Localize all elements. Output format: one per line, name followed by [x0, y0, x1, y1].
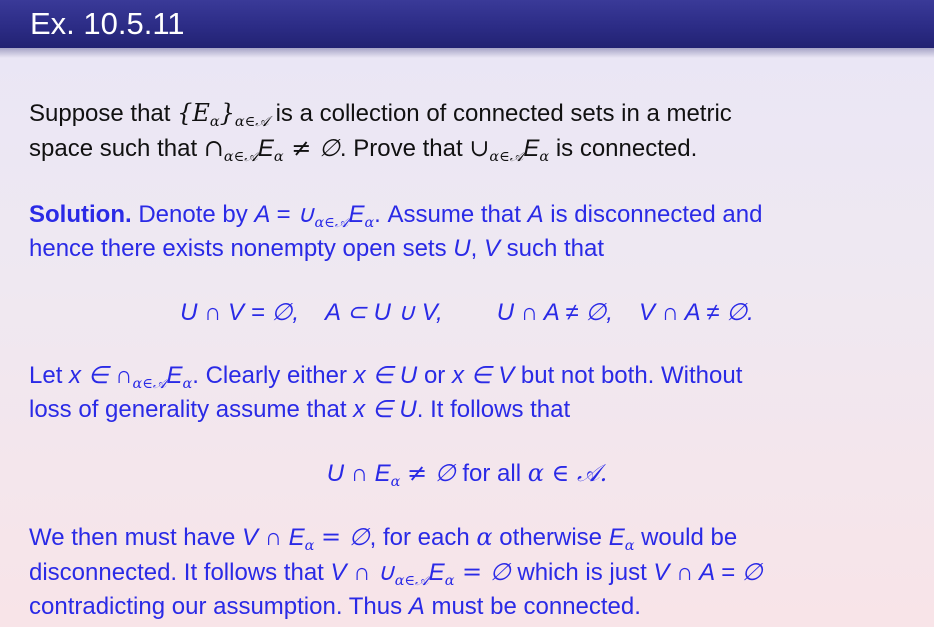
solution-line-7: contradicting our assumption. Thus A mus… [29, 590, 641, 624]
math-sub: α [624, 538, 635, 555]
solution-line-4: loss of generality assume that x ∈ U. It… [29, 393, 570, 427]
math-sub: α [182, 376, 193, 393]
math: } [219, 99, 235, 127]
text: is disconnected and [550, 201, 763, 228]
math-sub: α [390, 474, 401, 491]
text: disconnected. It follows that [29, 559, 324, 586]
math: E [428, 559, 445, 586]
math: , [470, 235, 478, 262]
math: E [608, 524, 625, 551]
math: ≠ ∅ [291, 134, 340, 162]
display-equation-2: U ∩ Eα ≠ ∅ for all α ∈ 𝒜. [0, 456, 934, 491]
solution-line-1: Solution. Denote by A = ∪α∈𝒜Eα. Assume t… [29, 197, 762, 232]
math: ∪ [469, 134, 490, 162]
text: such that [506, 235, 605, 262]
slide: Ex. 10.5.11 Suppose that {Eα}α∈𝒜 is a co… [0, 0, 934, 627]
math-sub: α [539, 149, 550, 166]
math: x ∈ ∩ [69, 362, 133, 389]
math-sub: α [273, 149, 284, 166]
math: V [483, 235, 500, 262]
math: U ∩ A ≠ ∅, [496, 299, 613, 326]
solution-line-3: Let x ∈ ∩α∈𝒜Eα. Clearly either x ∈ U or … [29, 358, 742, 393]
math: U [453, 235, 471, 262]
math-sub: α [364, 215, 375, 232]
math: V ∩ E [242, 524, 305, 551]
math: A ⊂ U ∪ V, [325, 299, 443, 326]
math: A = ∪ [254, 201, 315, 228]
slide-title: Ex. 10.5.11 [30, 6, 185, 41]
text: Denote by [138, 201, 248, 228]
text: , for each [369, 524, 470, 551]
text: which is just [517, 559, 647, 586]
problem-line-2: space such that ∩α∈𝒜Eα ≠ ∅. Prove that ∪… [29, 131, 697, 166]
math-sub: α [304, 538, 315, 555]
text: for all [462, 460, 522, 487]
title-bar: Ex. 10.5.11 [0, 0, 934, 48]
math: A [527, 201, 544, 228]
text: space such that [29, 135, 198, 162]
math-sub: α∈𝒜 [394, 573, 429, 590]
math: ∩ [203, 134, 224, 162]
text: Let [29, 362, 63, 389]
text: or [423, 362, 446, 389]
math-sub: α∈𝒜 [234, 114, 269, 131]
solution-line-2: hence there exists nonempty open sets U,… [29, 232, 604, 266]
math: U [399, 362, 418, 389]
text: We then must have [29, 524, 236, 551]
math: E [166, 362, 183, 389]
math: V ∩ A = ∅ [653, 559, 763, 586]
math-family: {Eα}α∈𝒜 [177, 99, 269, 131]
math: V ∩ ∪ [330, 559, 395, 586]
math-sub: α∈𝒜 [489, 149, 524, 166]
math: α [476, 523, 493, 551]
text: otherwise [499, 524, 603, 551]
text: Suppose that [29, 100, 171, 127]
math: V [498, 362, 515, 389]
math-x-in-cap: x ∈ ∩α∈𝒜Eα [69, 361, 193, 393]
text: would be [641, 524, 738, 551]
text: contradicting our assumption. Thus [29, 593, 403, 620]
math-sub: α [444, 573, 455, 590]
text: . It follows that [416, 396, 571, 423]
math: = ∅ [462, 558, 511, 586]
solution-label: Solution. [29, 201, 132, 228]
math: x ∈ [451, 362, 492, 389]
text: loss of generality assume that [29, 396, 347, 423]
math-V-cap-union: V ∩ ∪α∈𝒜Eα = ∅ [330, 558, 511, 590]
math-sub: α∈𝒜 [132, 376, 167, 393]
math: = ∅ [321, 523, 370, 551]
text: but not both. Without [520, 362, 743, 389]
math: ≠ ∅ [407, 459, 456, 487]
math-A-def: A = ∪α∈𝒜Eα [254, 200, 375, 232]
math: x ∈ [353, 362, 394, 389]
display-equation-1: U ∩ V = ∅, A ⊂ U ∪ V, U ∩ A ≠ ∅, V ∩ A ≠ ∅. [0, 296, 934, 330]
math: U ∩ E [326, 460, 391, 487]
text: . Clearly either [192, 362, 347, 389]
math: E [523, 135, 540, 162]
text: is connected. [555, 135, 698, 162]
math: α ∈ 𝒜. [527, 459, 608, 487]
math: U ∩ V = ∅, [180, 299, 299, 326]
math-sub: α∈𝒜 [314, 215, 349, 232]
math: {E [177, 99, 210, 127]
text: . Prove that [339, 135, 463, 162]
title-bar-shadow [0, 48, 934, 58]
text: is a collection of connected sets in a m… [275, 100, 732, 127]
math: E [257, 135, 274, 162]
math: x ∈ [353, 396, 393, 423]
text: hence there exists nonempty open sets [29, 235, 447, 262]
text: must be connected. [431, 593, 641, 620]
math: E [348, 201, 365, 228]
solution-line-6: disconnected. It follows that V ∩ ∪α∈𝒜Eα… [29, 555, 763, 590]
math: A [408, 593, 425, 620]
math: U [399, 396, 417, 423]
math-intersection: ∩α∈𝒜Eα ≠ ∅ [203, 134, 340, 166]
text: . Assume that [374, 201, 521, 228]
math-sub: α [209, 114, 220, 131]
solution-line-5: We then must have V ∩ Eα = ∅, for each α… [29, 520, 737, 555]
problem-line-1: Suppose that {Eα}α∈𝒜 is a collection of … [29, 96, 732, 131]
math-union: ∪α∈𝒜Eα [469, 134, 550, 166]
math-sub: α∈𝒜 [223, 149, 258, 166]
math: V ∩ A ≠ ∅. [638, 299, 754, 326]
